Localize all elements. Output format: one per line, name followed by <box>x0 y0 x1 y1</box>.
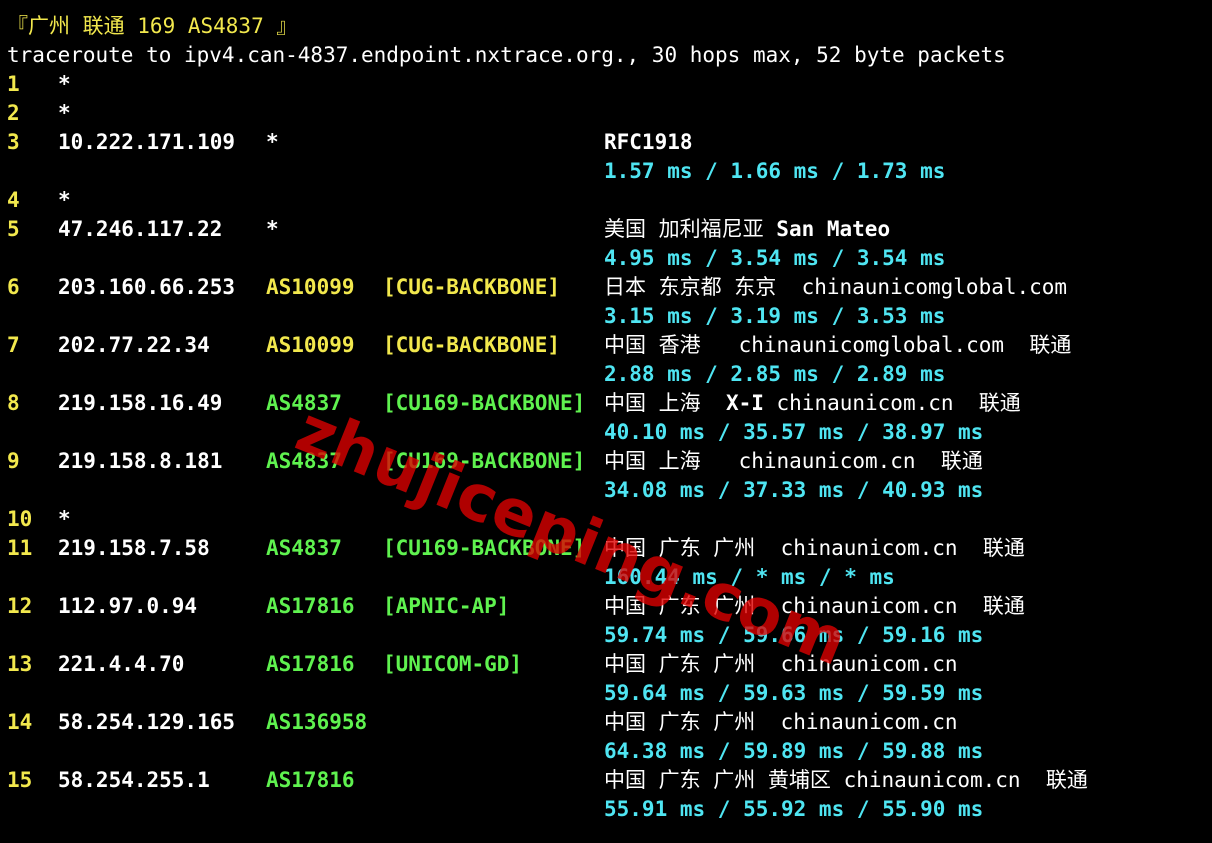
hop-number: 12 <box>7 594 33 618</box>
geo-highlight: San Mateo <box>776 217 891 241</box>
hop-latency: 4.95 ms / 3.54 ms / 3.54 ms <box>604 246 946 270</box>
hop-ip: 112.97.0.94 <box>58 594 198 618</box>
hop-ip: * <box>58 188 71 212</box>
hop-latency: 59.64 ms / 59.63 ms / 59.59 ms <box>604 681 984 705</box>
hop-ip: * <box>58 72 71 96</box>
hop-latency: 59.74 ms / 59.66 ms / 59.16 ms <box>604 623 984 647</box>
hop-geo: 中国 广东 广州 chinaunicom.cn 联通 <box>604 592 1025 621</box>
hop-geo: 日本 东京都 东京 chinaunicomglobal.com <box>604 273 1067 302</box>
geo-highlight: RFC1918 <box>604 130 693 154</box>
hop-number: 1 <box>7 72 20 96</box>
hop-asn: * <box>266 130 279 154</box>
hop-ip: 203.160.66.253 <box>58 275 236 299</box>
hop-number: 14 <box>7 710 33 734</box>
hop-asn: AS17816 <box>266 652 355 676</box>
hop-number: 2 <box>7 101 20 125</box>
hop-number: 6 <box>7 275 20 299</box>
terminal-window: 『广州 联通 169 AS4837 』 traceroute to ipv4.c… <box>0 0 1212 843</box>
hop-latency: 64.38 ms / 59.89 ms / 59.88 ms <box>604 739 984 763</box>
hop-netname: [CU169-BACKBONE] <box>383 391 586 415</box>
hop-netname: [CU169-BACKBONE] <box>383 536 586 560</box>
geo-text: 中国 广东 广州 黄埔区 chinaunicom.cn 联通 <box>604 768 1088 792</box>
hop-netname: [CU169-BACKBONE] <box>383 449 586 473</box>
hop-geo: 中国 上海 X-I chinaunicom.cn 联通 <box>604 389 1021 418</box>
hop-ip: 219.158.8.181 <box>58 449 223 473</box>
hop-geo: 中国 广东 广州 chinaunicom.cn <box>604 708 958 737</box>
geo-text: 中国 上海 <box>604 391 726 415</box>
hop-netname: [UNICOM-GD] <box>383 652 523 676</box>
hop-ip: 202.77.22.34 <box>58 333 210 357</box>
geo-text: 中国 广东 广州 chinaunicom.cn 联通 <box>604 536 1025 560</box>
hop-latency: 160.44 ms / * ms / * ms <box>604 565 895 589</box>
hop-netname: [APNIC-AP] <box>383 594 510 618</box>
hop-asn: AS4837 <box>266 391 342 415</box>
hop-ip: 10.222.171.109 <box>58 130 236 154</box>
hop-asn: AS17816 <box>266 768 355 792</box>
hop-geo: 美国 加利福尼亚 San Mateo <box>604 215 890 244</box>
hop-number: 13 <box>7 652 33 676</box>
hop-asn: AS10099 <box>266 275 355 299</box>
hop-latency: 40.10 ms / 35.57 ms / 38.97 ms <box>604 420 984 444</box>
hop-netname: [CUG-BACKBONE] <box>383 333 561 357</box>
hop-ip: 47.246.117.22 <box>58 217 223 241</box>
traceroute-command: traceroute to ipv4.can-4837.endpoint.nxt… <box>7 43 1006 67</box>
hop-number: 3 <box>7 130 20 154</box>
hop-asn: AS17816 <box>266 594 355 618</box>
hop-asn: AS10099 <box>266 333 355 357</box>
hop-geo: 中国 香港 chinaunicomglobal.com 联通 <box>604 331 1071 360</box>
hop-asn: * <box>266 217 279 241</box>
hop-geo: 中国 广东 广州 chinaunicom.cn <box>604 650 958 679</box>
hop-number: 15 <box>7 768 33 792</box>
hop-latency: 3.15 ms / 3.19 ms / 3.53 ms <box>604 304 946 328</box>
hop-netname: [CUG-BACKBONE] <box>383 275 561 299</box>
hop-ip: 221.4.4.70 <box>58 652 185 676</box>
hop-ip: 219.158.7.58 <box>58 536 210 560</box>
geo-highlight: X-I <box>725 391 764 415</box>
geo-text: 中国 广东 广州 chinaunicom.cn 联通 <box>604 594 1025 618</box>
hop-ip: * <box>58 507 71 531</box>
hop-number: 11 <box>7 536 33 560</box>
geo-text: 日本 东京都 东京 chinaunicomglobal.com <box>604 275 1068 299</box>
hop-latency: 1.57 ms / 1.66 ms / 1.73 ms <box>604 159 946 183</box>
hop-asn: AS136958 <box>266 710 368 734</box>
hop-number: 7 <box>7 333 20 357</box>
hop-geo: RFC1918 <box>604 128 693 157</box>
hop-ip: * <box>58 101 71 125</box>
hop-ip: 58.254.129.165 <box>58 710 236 734</box>
geo-text: 中国 香港 chinaunicomglobal.com 联通 <box>604 333 1072 357</box>
hop-latency: 2.88 ms / 2.85 ms / 2.89 ms <box>604 362 946 386</box>
hop-number: 4 <box>7 188 20 212</box>
trace-title: 『广州 联通 169 AS4837 』 <box>7 14 298 38</box>
hop-geo: 中国 上海 chinaunicom.cn 联通 <box>604 447 983 476</box>
geo-tail: chinaunicom.cn 联通 <box>763 391 1021 415</box>
hop-number: 9 <box>7 449 20 473</box>
geo-text: 中国 上海 chinaunicom.cn 联通 <box>604 449 983 473</box>
geo-text: 中国 广东 广州 chinaunicom.cn <box>604 652 958 676</box>
geo-text: 中国 广东 广州 chinaunicom.cn <box>604 710 958 734</box>
hop-asn: AS4837 <box>266 449 342 473</box>
hop-ip: 58.254.255.1 <box>58 768 210 792</box>
hop-latency: 34.08 ms / 37.33 ms / 40.93 ms <box>604 478 984 502</box>
hop-number: 5 <box>7 217 20 241</box>
hop-geo: 中国 广东 广州 黄埔区 chinaunicom.cn 联通 <box>604 766 1088 795</box>
hop-latency: 55.91 ms / 55.92 ms / 55.90 ms <box>604 797 984 821</box>
hop-number: 8 <box>7 391 20 415</box>
hop-geo: 中国 广东 广州 chinaunicom.cn 联通 <box>604 534 1025 563</box>
hop-number: 10 <box>7 507 33 531</box>
hop-ip: 219.158.16.49 <box>58 391 223 415</box>
geo-text: 美国 加利福尼亚 <box>604 217 777 241</box>
hop-asn: AS4837 <box>266 536 342 560</box>
